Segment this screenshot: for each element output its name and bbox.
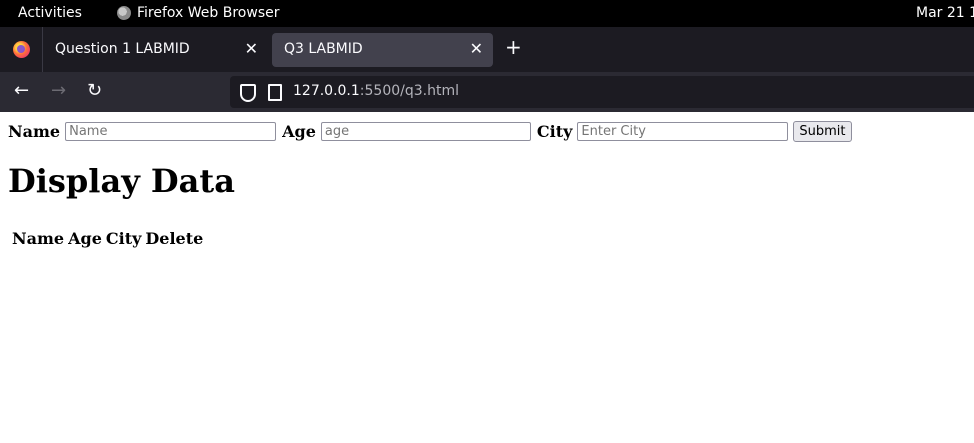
age-input[interactable] xyxy=(320,121,531,141)
column-header-age: Age xyxy=(68,229,102,248)
address-bar[interactable]: 127.0.0.1:5500/q3.html xyxy=(230,76,974,108)
name-input[interactable] xyxy=(65,121,277,141)
system-top-bar: Activities Firefox Web Browser Mar 21 1 xyxy=(0,0,974,27)
tab-label: Q3 LABMID xyxy=(284,41,363,57)
column-header-delete: Delete xyxy=(145,229,204,248)
url-path: :5500/q3.html xyxy=(359,83,459,99)
navigation-bar: ← → ↻ 127.0.0.1:5500/q3.html xyxy=(0,72,974,112)
age-label: Age xyxy=(282,121,316,141)
close-icon[interactable]: ✕ xyxy=(470,39,483,58)
firefox-icon xyxy=(12,41,30,58)
app-menu[interactable]: Firefox Web Browser xyxy=(117,5,280,21)
city-label: City xyxy=(536,121,573,141)
name-label: Name xyxy=(8,121,61,141)
submit-button[interactable]: Submit xyxy=(793,120,852,142)
city-input[interactable] xyxy=(577,121,789,141)
reload-icon[interactable]: ↻ xyxy=(87,80,102,101)
app-name: Firefox Web Browser xyxy=(137,5,280,21)
clock[interactable]: Mar 21 1 xyxy=(916,5,974,21)
data-table: Name Age City Delete xyxy=(9,226,206,251)
forward-arrow-icon[interactable]: → xyxy=(51,80,66,101)
url-host: 127.0.0.1 xyxy=(293,83,360,99)
url-text[interactable]: 127.0.0.1:5500/q3.html xyxy=(293,83,459,99)
close-icon[interactable]: ✕ xyxy=(245,39,258,58)
column-header-city: City xyxy=(105,229,142,248)
back-arrow-icon[interactable]: ← xyxy=(14,80,29,101)
new-tab-plus-icon[interactable]: + xyxy=(505,35,522,59)
entry-form: Name Age City Submit xyxy=(8,120,852,142)
page-content: Name Age City Submit Display Data Name A… xyxy=(0,112,974,443)
activities-button[interactable]: Activities xyxy=(18,5,82,21)
tab-q3-labmid[interactable]: Q3 LABMID ✕ xyxy=(272,33,493,67)
tab-label: Question 1 LABMID xyxy=(55,41,190,57)
shield-icon[interactable] xyxy=(240,84,256,102)
tab-question-1-labmid[interactable]: Question 1 LABMID ✕ xyxy=(43,33,268,67)
firefox-view-button[interactable] xyxy=(0,27,43,72)
page-icon[interactable] xyxy=(268,84,282,101)
column-header-name: Name xyxy=(12,229,65,248)
firefox-icon xyxy=(117,6,131,20)
tab-strip: Question 1 LABMID ✕ Q3 LABMID ✕ + xyxy=(0,27,974,72)
page-title: Display Data xyxy=(8,162,235,200)
table-header-row: Name Age City Delete xyxy=(11,228,204,249)
